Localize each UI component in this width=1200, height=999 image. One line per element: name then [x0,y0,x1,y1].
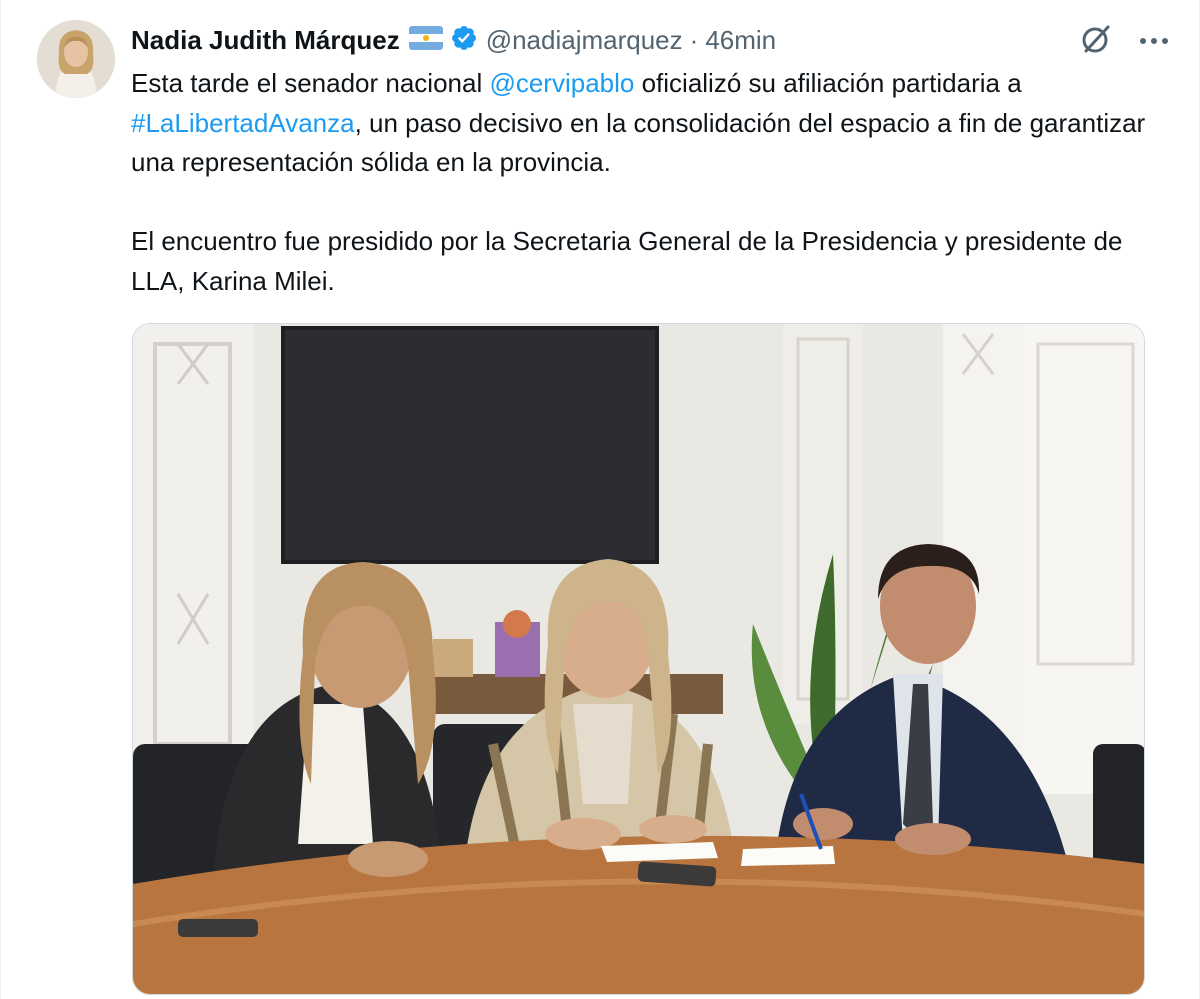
tweet-paragraph-2: El encuentro fue presidido por la Secret… [131,226,1123,296]
grok-icon[interactable] [1079,22,1113,61]
tweet-container: Nadia Judith Márquez @nadiajmarquez · 46… [0,0,1200,999]
verified-badge-icon[interactable] [450,24,478,57]
tweet-text-segment: Esta tarde el senador nacional [131,68,490,98]
display-name[interactable]: Nadia Judith Márquez [131,25,400,56]
tweet-header: Nadia Judith Márquez @nadiajmarquez · 46… [131,20,1171,60]
tweet-paragraph-1: Esta tarde el senador nacional @cervipab… [131,64,1171,183]
argentina-flag-icon [408,25,443,55]
avatar[interactable] [37,20,115,98]
more-icon[interactable] [1139,33,1169,51]
hashtag-link[interactable]: #LaLibertadAvanza [131,108,355,138]
photo-image [133,324,1144,994]
separator-dot: · [689,24,699,55]
tweet-photo[interactable] [132,323,1145,995]
user-handle[interactable]: @nadiajmarquez [486,25,683,56]
header-actions [1079,22,1169,61]
tweet-text-segment: oficializó su afiliación partidaria a [634,68,1022,98]
mention-link[interactable]: @cervipablo [489,68,634,98]
timestamp[interactable]: 46min [705,25,776,56]
tweet-text: Esta tarde el senador nacional @cervipab… [131,64,1171,301]
avatar-image [37,20,115,98]
